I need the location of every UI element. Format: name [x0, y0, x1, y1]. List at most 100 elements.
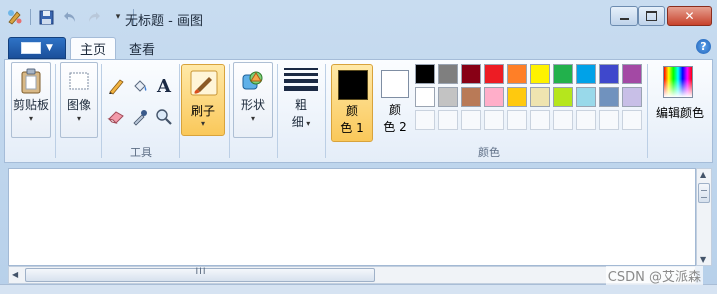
paint-menu-icon: [21, 42, 42, 54]
clipboard-button[interactable]: 剪贴板 ▾: [11, 62, 51, 138]
maximize-icon: [646, 11, 657, 21]
custom-color-slot[interactable]: [599, 110, 619, 130]
color-swatch[interactable]: [415, 87, 435, 107]
scroll-down-icon[interactable]: ▼: [700, 255, 706, 264]
scroll-left-icon[interactable]: ◀: [12, 270, 18, 279]
vertical-scroll-thumb[interactable]: [698, 183, 710, 203]
color-swatch[interactable]: [576, 64, 596, 84]
group-separator: [277, 64, 278, 158]
custom-color-slot[interactable]: [622, 110, 642, 130]
shapes-button[interactable]: 形状 ▾: [233, 62, 273, 138]
brush-icon: [189, 69, 219, 100]
magnifier-tool[interactable]: [153, 106, 175, 128]
tab-home[interactable]: 主页: [70, 37, 116, 59]
color-swatch[interactable]: [507, 87, 527, 107]
minimize-button[interactable]: [610, 6, 638, 26]
clipboard-dropdown-icon: ▾: [28, 114, 33, 123]
colors-group-label: 颜色: [478, 146, 500, 159]
line-width-icon: [284, 68, 318, 91]
custom-color-slot[interactable]: [461, 110, 481, 130]
color-swatch[interactable]: [507, 64, 527, 84]
redo-icon[interactable]: [85, 8, 103, 26]
help-icon[interactable]: ?: [696, 39, 711, 54]
color-swatch[interactable]: [530, 87, 550, 107]
size-button[interactable]: 粗 细 ▾: [281, 64, 321, 138]
custom-color-slot[interactable]: [553, 110, 573, 130]
color-swatch[interactable]: [484, 64, 504, 84]
window-title: 无标题 - 画图: [125, 14, 203, 29]
edit-colors-button[interactable]: 编辑颜色: [649, 64, 711, 134]
color-palette: [415, 64, 647, 134]
custom-color-slot[interactable]: [438, 110, 458, 130]
scroll-up-icon[interactable]: ▲: [700, 170, 706, 179]
color-swatch[interactable]: [553, 64, 573, 84]
color-picker-tool[interactable]: [129, 106, 151, 128]
save-icon[interactable]: [37, 8, 55, 26]
title-bar: ▾ 无标题 - 画图 ✕: [0, 0, 717, 34]
ribbon-tab-row: ▼ 主页 查看 ?: [0, 35, 717, 59]
ribbon-panel: 剪贴板 ▾ 图像 ▾ A 工具 刷子 ▾ 形状 ▾ 粗 细 ▾ 颜 色 1 颜 …: [4, 59, 713, 163]
brushes-button[interactable]: 刷子 ▾: [181, 64, 225, 136]
horizontal-grip: III: [195, 267, 207, 277]
tab-view[interactable]: 查看: [120, 37, 164, 59]
eraser-tool[interactable]: [105, 106, 127, 128]
pencil-tool[interactable]: [105, 75, 127, 97]
color-swatch[interactable]: [415, 64, 435, 84]
color-swatch[interactable]: [484, 87, 504, 107]
drawing-canvas[interactable]: [8, 168, 696, 266]
custom-color-slot[interactable]: [507, 110, 527, 130]
color2-button[interactable]: 颜 色 2: [375, 64, 415, 142]
color-swatch[interactable]: [576, 87, 596, 107]
shapes-label: 形状: [240, 98, 265, 112]
group-separator: [647, 64, 648, 158]
group-separator: [229, 64, 230, 158]
maximize-button[interactable]: [638, 6, 665, 26]
custom-color-slot[interactable]: [415, 110, 435, 130]
group-separator: [179, 64, 180, 158]
color-swatch[interactable]: [622, 87, 642, 107]
fill-tool[interactable]: [129, 75, 151, 97]
size-label-line1: 粗: [294, 98, 307, 112]
color-swatch[interactable]: [553, 87, 573, 107]
quick-access-toolbar: ▾: [6, 8, 134, 26]
color1-button[interactable]: 颜 色 1: [331, 64, 373, 142]
horizontal-scroll-thumb[interactable]: III: [25, 267, 375, 282]
color-swatch[interactable]: [622, 64, 642, 84]
close-button[interactable]: ✕: [667, 6, 712, 26]
color-swatch[interactable]: [461, 64, 481, 84]
color-swatch[interactable]: [438, 64, 458, 84]
brushes-dropdown-icon: ▾: [200, 119, 205, 128]
group-separator: [101, 64, 102, 158]
image-label: 图像: [66, 98, 91, 112]
close-icon: ✕: [684, 9, 695, 23]
vertical-scrollbar[interactable]: ▲ ▼: [696, 168, 712, 266]
image-dropdown-icon: ▾: [76, 114, 81, 123]
custom-color-slot[interactable]: [576, 110, 596, 130]
group-separator: [55, 64, 56, 158]
tools-group-label: 工具: [130, 146, 152, 159]
custom-color-slot[interactable]: [530, 110, 550, 130]
paint-menu-button[interactable]: ▼: [8, 37, 66, 59]
paint-app-icon[interactable]: [6, 8, 24, 26]
text-tool[interactable]: A: [153, 75, 175, 97]
custom-color-slot[interactable]: [484, 110, 504, 130]
color-swatch[interactable]: [461, 87, 481, 107]
color-swatch[interactable]: [599, 64, 619, 84]
color-swatch[interactable]: [530, 64, 550, 84]
eraser-icon: [107, 111, 124, 124]
paint-window: ▾ 无标题 - 画图 ✕ ▼ 主页 查看 ? 剪贴板 ▾ 图像 ▾ A 工具 刷…: [0, 0, 717, 294]
size-label-line2: 细 ▾: [291, 115, 311, 129]
image-button[interactable]: 图像 ▾: [60, 62, 98, 138]
minimize-icon: [619, 18, 629, 20]
undo-icon[interactable]: [61, 8, 79, 26]
qat-separator: [30, 9, 31, 25]
color-swatch[interactable]: [438, 87, 458, 107]
horizontal-scrollbar[interactable]: ◀ III: [8, 266, 696, 284]
edit-colors-label: 编辑颜色: [655, 106, 704, 120]
clipboard-icon: [17, 67, 45, 95]
color2-label-line2: 色 2: [383, 120, 407, 134]
color1-label-line2: 色 1: [340, 121, 364, 135]
vertical-grip-icon: [701, 190, 707, 198]
color-swatch[interactable]: [599, 87, 619, 107]
watermark-text: CSDN @艾派森: [605, 266, 703, 285]
